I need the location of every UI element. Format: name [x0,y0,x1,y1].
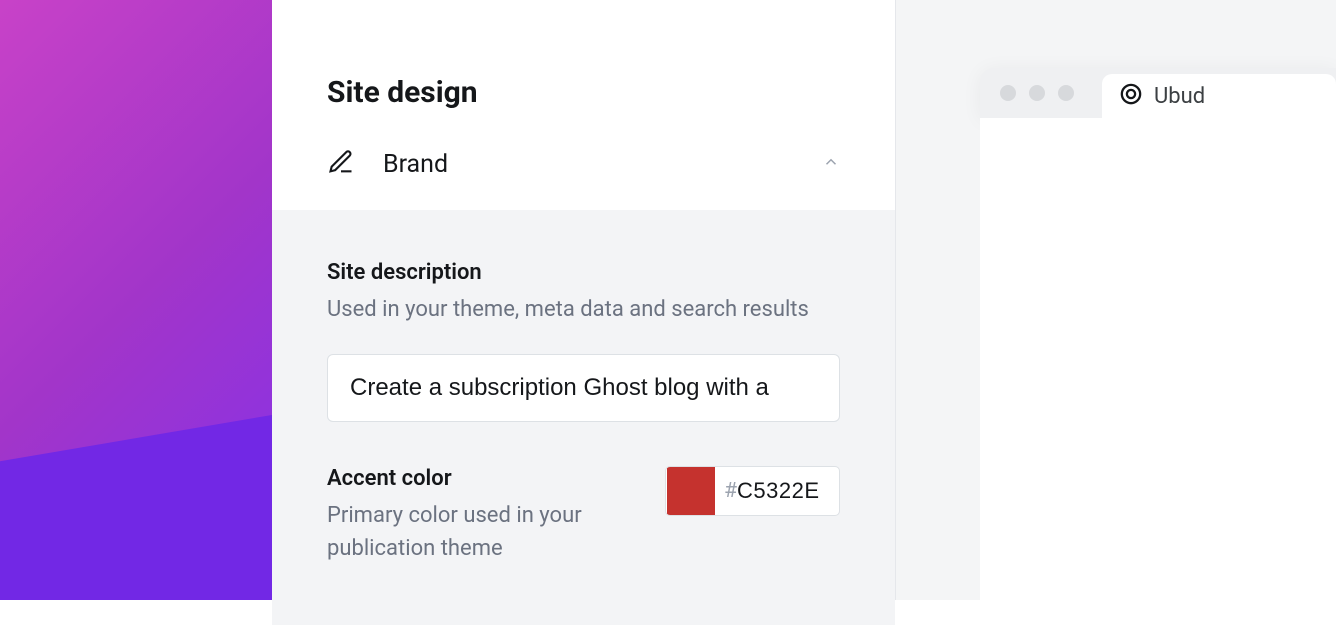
preview-content [980,118,1336,600]
brand-section-toggle[interactable]: Brand [327,148,840,180]
brand-section-body: Site description Used in your theme, met… [272,210,895,625]
tab-title: Ubud [1154,84,1205,109]
chevron-up-icon [822,153,840,175]
site-description-label: Site description [327,260,840,285]
dot-minimize-icon [1029,85,1045,101]
brand-section-label: Brand [383,150,448,179]
browser-tab[interactable]: Ubud [1102,74,1336,118]
hash-symbol: # [724,479,737,503]
settings-panel: Site design Brand Site description [272,0,896,600]
background-accent [0,415,272,600]
accent-color-label: Accent color [327,466,635,491]
accent-color-picker: # [665,466,840,516]
dot-close-icon [1000,85,1016,101]
site-description-hint: Used in your theme, meta data and search… [327,293,840,326]
background-gradient [0,0,272,600]
page-title: Site design [327,75,840,110]
edit-icon [327,148,355,180]
dot-maximize-icon [1058,85,1074,101]
accent-color-input[interactable] [737,478,839,504]
site-description-field: Site description Used in your theme, met… [327,260,840,422]
accent-color-hint: Primary color used in your publication t… [327,499,635,565]
site-favicon-icon [1120,83,1142,109]
site-description-input[interactable] [327,354,840,422]
browser-chrome: Ubud [980,68,1336,118]
traffic-lights [1000,85,1074,101]
accent-color-swatch[interactable] [667,467,715,515]
accent-color-field: Accent color Primary color used in your … [327,466,840,565]
